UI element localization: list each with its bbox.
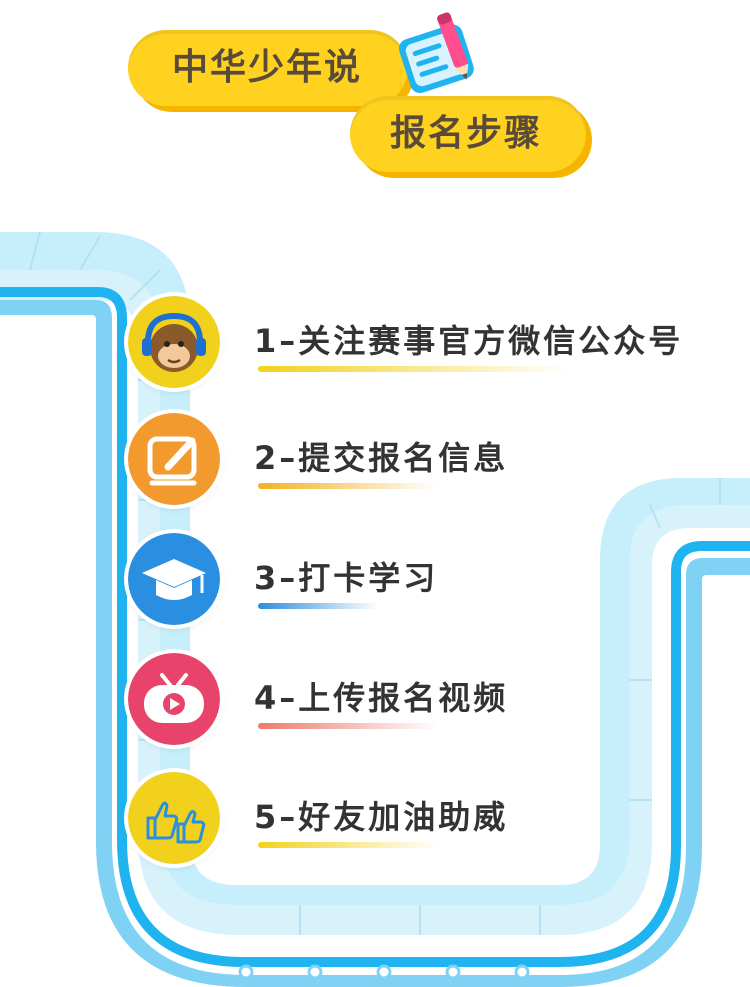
tv-play-icon [128, 653, 220, 745]
step-1-underline [258, 366, 568, 372]
thumbs-up-icon [128, 772, 220, 864]
edit-document-icon [128, 413, 220, 505]
monkey-headphones-icon [128, 296, 220, 388]
step-2-underline [258, 483, 438, 489]
notepad-pen-icon [398, 12, 474, 93]
step-2-label: 2–提交报名信息 [254, 439, 509, 477]
step-5-underline [258, 842, 438, 848]
header-subtitle-pill: 报名步骤 [350, 96, 586, 172]
header-subtitle: 报名步骤 [390, 113, 543, 154]
step-5: 5–好友加油助威 [128, 772, 688, 864]
step-3-underline [258, 603, 378, 609]
graduation-cap-icon [128, 533, 220, 625]
header-title-pill: 中华少年说 [128, 30, 408, 106]
step-3-label: 3–打卡学习 [254, 559, 439, 597]
step-5-label: 5–好友加油助威 [254, 798, 509, 836]
header-title: 中华少年说 [172, 47, 363, 88]
step-3: 3–打卡学习 [128, 533, 688, 625]
step-1: 1–关注赛事官方微信公众号 [128, 296, 688, 388]
step-2: 2–提交报名信息 [128, 413, 688, 505]
step-1-label: 1–关注赛事官方微信公众号 [254, 322, 684, 360]
step-4-underline [258, 723, 438, 729]
step-4: 4–上传报名视频 [128, 653, 688, 745]
step-4-label: 4–上传报名视频 [254, 679, 509, 717]
registration-steps-poster: 中华少年说 报名步骤 1–关注赛事官方微信公众号 2–提交报名信息 3–打卡学习… [0, 0, 750, 987]
